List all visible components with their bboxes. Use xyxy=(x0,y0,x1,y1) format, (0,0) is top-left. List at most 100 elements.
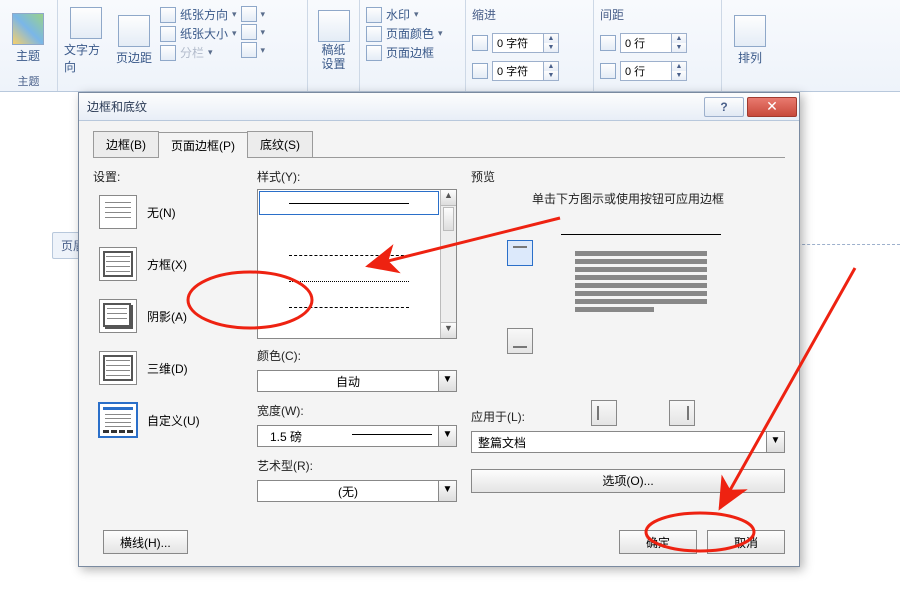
chevron-down-icon: ▾ xyxy=(261,27,266,38)
apply-value: 整篇文档 xyxy=(472,432,766,452)
spacing-before-input[interactable] xyxy=(621,37,671,49)
setting-box-label: 方框(X) xyxy=(147,256,187,273)
columns-icon xyxy=(160,45,176,61)
setting-custom-label: 自定义(U) xyxy=(147,412,200,429)
text-direction-label: 文字方向 xyxy=(64,41,108,75)
preview-top-border-button[interactable] xyxy=(507,240,533,266)
line-numbers-button[interactable]: ▾ xyxy=(241,24,266,40)
indent-right-spinner[interactable]: ▲▼ xyxy=(492,61,559,81)
style-option-blank[interactable] xyxy=(258,216,440,242)
tab-shading[interactable]: 底纹(S) xyxy=(247,131,313,157)
style-option-dashed[interactable] xyxy=(258,242,440,268)
indent-left-spinner[interactable]: ▲▼ xyxy=(492,33,559,53)
setting-shadow[interactable]: 阴影(A) xyxy=(99,299,243,333)
tab-border[interactable]: 边框(B) xyxy=(93,131,159,157)
style-option-solid[interactable] xyxy=(258,190,440,216)
setting-box[interactable]: 方框(X) xyxy=(99,247,243,281)
style-option-dotted[interactable] xyxy=(258,268,440,294)
setting-3d-icon xyxy=(99,351,137,385)
combo-button[interactable]: ▼ xyxy=(438,426,456,446)
preview-right-border-button[interactable] xyxy=(669,400,695,426)
scroll-up[interactable]: ▲ xyxy=(441,190,456,206)
chevron-down-icon: ▾ xyxy=(261,45,266,56)
draft-icon xyxy=(318,10,350,42)
options-button[interactable]: 选项(O)... xyxy=(471,469,785,493)
color-label: 颜色(C): xyxy=(257,347,457,364)
chevron-down-icon: ▾ xyxy=(414,9,419,20)
columns-button[interactable]: 分栏▾ xyxy=(160,44,237,61)
watermark-label: 水印 xyxy=(386,6,410,23)
ok-button[interactable]: 确定 xyxy=(619,530,697,554)
tab-page-border[interactable]: 页面边框(P) xyxy=(158,132,248,158)
horizontal-line-button[interactable]: 横线(H)... xyxy=(103,530,188,554)
hyphenation-button[interactable]: ▾ xyxy=(241,42,266,58)
spin-up[interactable]: ▲ xyxy=(544,34,558,43)
style-label: 样式(Y): xyxy=(257,168,457,185)
orientation-button[interactable]: 纸张方向▾ xyxy=(160,6,237,23)
help-icon: ? xyxy=(720,100,727,114)
preview-page[interactable] xyxy=(561,234,721,364)
dialog-tabs: 边框(B) 页面边框(P) 底纹(S) xyxy=(93,131,785,158)
indent-left-input[interactable] xyxy=(493,37,543,49)
page-size-label: 纸张大小 xyxy=(180,25,228,42)
setting-custom[interactable]: 自定义(U) xyxy=(99,403,243,437)
combo-button[interactable]: ▼ xyxy=(438,481,456,501)
breaks-icon xyxy=(241,6,257,22)
preview-left-border-button[interactable] xyxy=(591,400,617,426)
setting-none[interactable]: 无(N) xyxy=(99,195,243,229)
page-border-label: 页面边框 xyxy=(386,44,434,61)
style-scrollbar[interactable]: ▲▼ xyxy=(440,190,456,338)
draft-setup-button[interactable]: 稿纸 设置 xyxy=(314,2,353,75)
spin-down[interactable]: ▼ xyxy=(544,71,558,80)
setting-none-icon xyxy=(99,195,137,229)
cancel-button[interactable]: 取消 xyxy=(707,530,785,554)
color-combo[interactable]: 自动▼ xyxy=(257,370,457,392)
dialog-title: 边框和底纹 xyxy=(87,98,701,115)
indent-right-input[interactable] xyxy=(493,65,543,77)
spin-down[interactable]: ▼ xyxy=(672,43,686,52)
combo-button[interactable]: ▼ xyxy=(766,432,784,452)
preview-bottom-border-button[interactable] xyxy=(507,328,533,354)
chevron-down-icon: ▾ xyxy=(232,28,237,39)
combo-button[interactable]: ▼ xyxy=(438,371,456,391)
themes-button[interactable]: 主题 xyxy=(6,2,50,71)
spin-up[interactable]: ▲ xyxy=(672,34,686,43)
themes-icon xyxy=(12,13,44,45)
close-button[interactable]: ✕ xyxy=(747,97,797,117)
style-listbox[interactable]: ▲▼ xyxy=(257,189,457,339)
spin-down[interactable]: ▼ xyxy=(544,43,558,52)
scroll-down[interactable]: ▼ xyxy=(441,322,456,338)
spin-down[interactable]: ▼ xyxy=(672,71,686,80)
dialog-titlebar[interactable]: 边框和底纹 ? ✕ xyxy=(79,93,799,121)
margins-label: 页边距 xyxy=(116,49,152,66)
arrange-button[interactable]: 排列 xyxy=(728,2,772,75)
page-color-button[interactable]: 页面颜色▾ xyxy=(366,25,443,42)
margins-button[interactable]: 页边距 xyxy=(112,2,156,75)
breaks-button[interactable]: ▾ xyxy=(241,6,266,22)
page-border-button[interactable]: 页面边框 xyxy=(366,44,443,61)
spin-up[interactable]: ▲ xyxy=(672,62,686,71)
spacing-after-input[interactable] xyxy=(621,65,671,77)
group-label-arrange xyxy=(728,75,774,91)
width-combo[interactable]: 1.5 磅 ▼ xyxy=(257,425,457,447)
spacing-before-spinner[interactable]: ▲▼ xyxy=(620,33,687,53)
orientation-label: 纸张方向 xyxy=(180,6,228,23)
spacing-after-spinner[interactable]: ▲▼ xyxy=(620,61,687,81)
setting-3d[interactable]: 三维(D) xyxy=(99,351,243,385)
spin-up[interactable]: ▲ xyxy=(544,62,558,71)
indent-left-icon xyxy=(472,35,488,51)
watermark-icon xyxy=(366,7,382,23)
spacing-after-icon xyxy=(600,63,616,79)
preview-label: 预览 xyxy=(471,168,785,185)
group-label-draft xyxy=(314,75,353,91)
style-option-dashdot[interactable] xyxy=(258,294,440,320)
width-value: 1.5 磅 xyxy=(264,426,344,447)
help-button[interactable]: ? xyxy=(704,97,744,117)
watermark-button[interactable]: 水印 ▾ xyxy=(366,6,443,23)
apply-to-combo[interactable]: 整篇文档▼ xyxy=(471,431,785,453)
text-direction-button[interactable]: 文字方向 xyxy=(64,2,108,75)
scroll-thumb[interactable] xyxy=(443,207,454,231)
page-size-button[interactable]: 纸张大小 ▾ xyxy=(160,25,237,42)
art-combo[interactable]: (无)▼ xyxy=(257,480,457,502)
page-color-label: 页面颜色 xyxy=(386,25,434,42)
